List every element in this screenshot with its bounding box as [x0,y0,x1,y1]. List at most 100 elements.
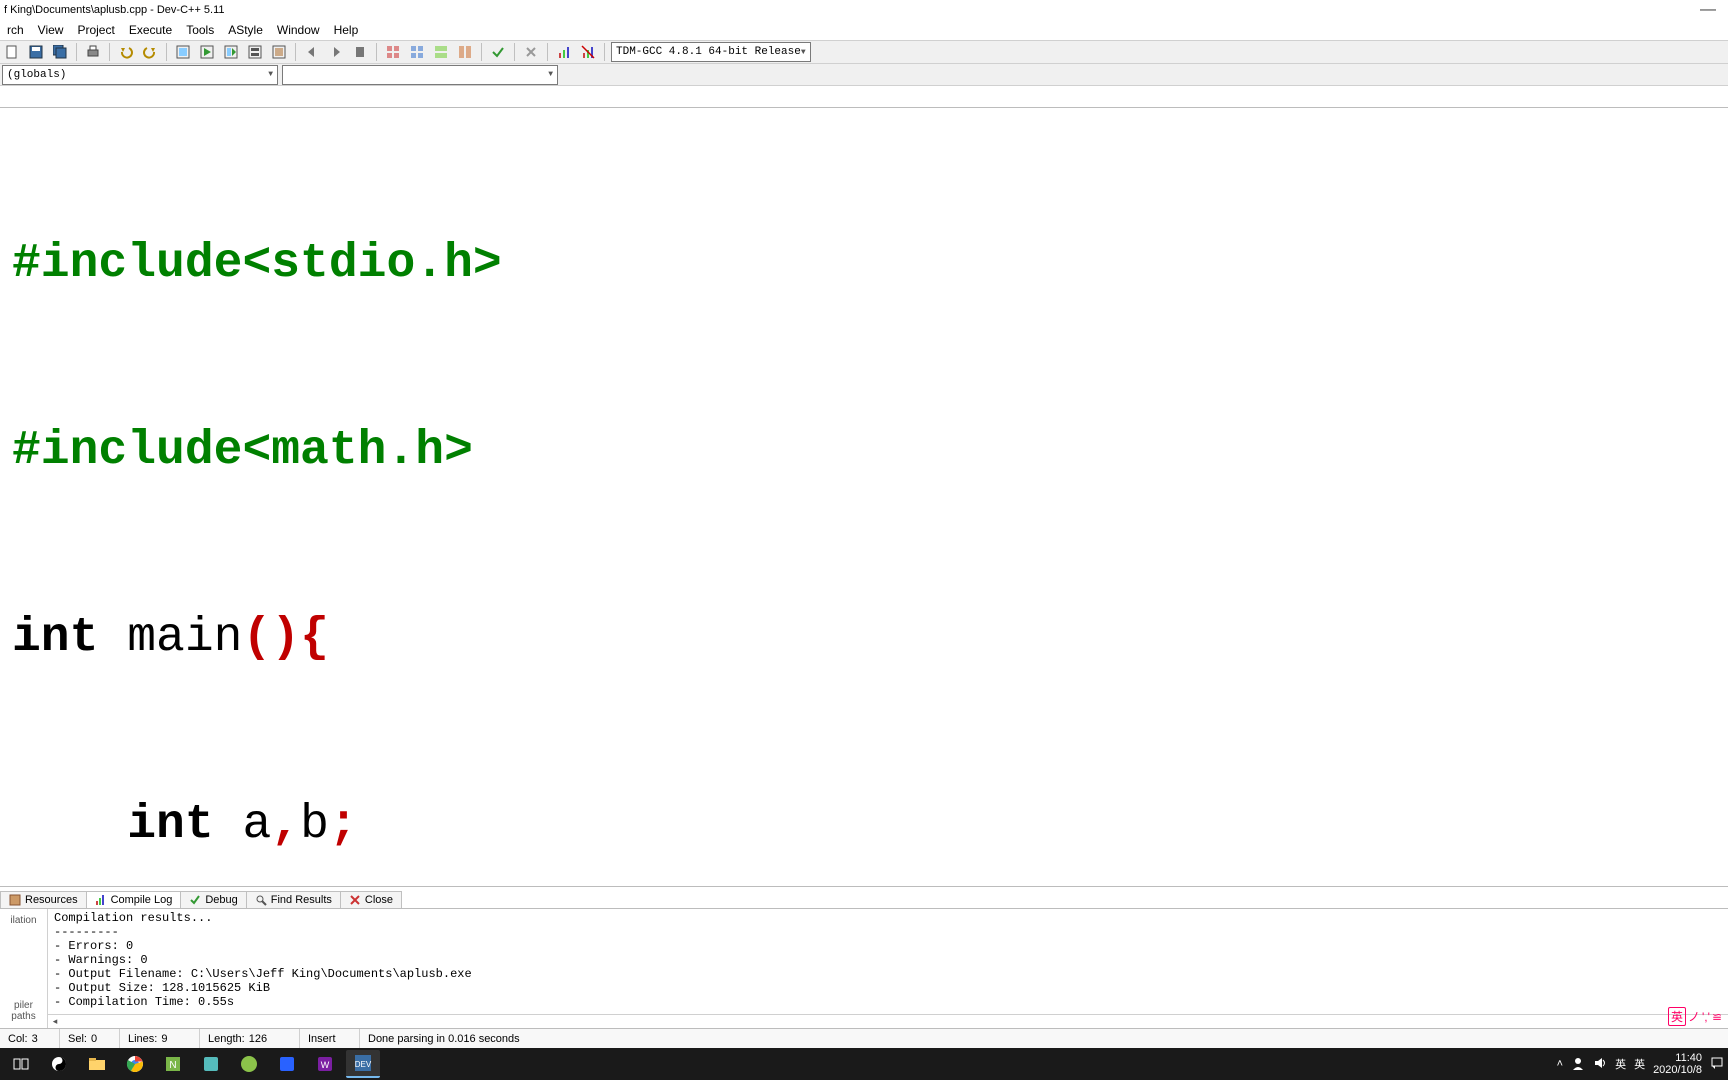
taskview-icon[interactable] [4,1050,38,1078]
code-token: <stdio.h> [242,237,501,291]
svg-text:N: N [169,1060,176,1071]
tray-ime-2[interactable]: 英 [1634,1056,1645,1072]
menu-astyle[interactable]: AStyle [221,21,270,39]
editor-tabstrip[interactable] [0,86,1728,108]
ime-badge: ノ [1688,1008,1700,1025]
compiler-select[interactable]: TDM-GCC 4.8.1 64-bit Release ▼ [611,42,811,62]
status-length-value: 126 [249,1033,267,1045]
check-icon[interactable] [488,42,508,62]
code-token: #include [12,237,242,291]
compiler-select-label: TDM-GCC 4.8.1 64-bit Release [616,46,801,58]
tab-find-results[interactable]: Find Results [246,891,341,908]
scope-select-label: (globals) [7,69,66,81]
code-token: (){ [242,611,328,665]
compile-run-icon[interactable] [221,42,241,62]
grid-3-icon[interactable] [431,42,451,62]
code-token: , [271,798,300,852]
app-icon-1[interactable] [42,1050,76,1078]
menu-help[interactable]: Help [327,21,366,39]
profile-icon[interactable] [554,42,574,62]
app-icon-7[interactable] [270,1050,304,1078]
status-lines: Lines: 9 [120,1029,200,1048]
cancel-icon[interactable] [521,42,541,62]
tab-compile-log[interactable]: Compile Log [86,891,182,908]
tray-volume-icon[interactable] [1593,1056,1607,1073]
tab-debug-label: Debug [205,894,237,906]
compile-icon[interactable] [173,42,193,62]
devcpp-taskbar-icon[interactable]: DEV [346,1050,380,1078]
menu-tools[interactable]: Tools [179,21,221,39]
log-side-compiler-paths[interactable]: piler paths [0,994,47,1028]
forward-icon[interactable] [326,42,346,62]
chevron-down-icon: ▼ [801,48,806,57]
compile-log-icon [95,894,107,906]
tray-notifications-icon[interactable] [1710,1056,1724,1073]
chrome-icon[interactable] [118,1050,152,1078]
status-lines-label: Lines: [128,1033,157,1045]
new-file-icon[interactable] [2,42,22,62]
tab-close[interactable]: Close [340,891,402,908]
save-icon[interactable] [26,42,46,62]
menu-bar: rch View Project Execute Tools AStyle Wi… [0,20,1728,40]
status-col: Col: 3 [0,1029,60,1048]
app-icon-6[interactable] [232,1050,266,1078]
svg-text:W: W [321,1060,330,1070]
tray-clock[interactable]: 11:40 2020/10/8 [1653,1052,1702,1076]
tray-people-icon[interactable] [1571,1056,1585,1073]
toolbar: TDM-GCC 4.8.1 64-bit Release ▼ [0,40,1728,64]
redo-icon[interactable] [140,42,160,62]
tab-resources[interactable]: Resources [0,891,87,908]
print-icon[interactable] [83,42,103,62]
menu-execute[interactable]: Execute [122,21,179,39]
scroll-left-icon[interactable]: ◂ [48,1016,62,1027]
save-all-icon[interactable] [50,42,70,62]
app-icon-5[interactable] [194,1050,228,1078]
code-editor[interactable]: #include<stdio.h> #include<math.h> int m… [0,108,1728,886]
undo-icon[interactable] [116,42,136,62]
window-minimize-button[interactable]: — [1692,1,1724,19]
code-token: int [12,611,98,665]
grid-2-icon[interactable] [407,42,427,62]
member-select[interactable]: ▼ [282,65,558,85]
tool-icon-5[interactable] [269,42,289,62]
output-tabs: Resources Compile Log Debug Find Results… [0,886,1728,908]
code-token: ; [329,798,358,852]
window-title: f King\Documents\aplusb.cpp - Dev-C++ 5.… [4,4,225,16]
svg-text:DEV: DEV [355,1060,372,1069]
status-mode-value: Insert [308,1033,336,1045]
notepad-icon[interactable]: N [156,1050,190,1078]
class-browser-bar: (globals) ▼ ▼ [0,64,1728,86]
tray-date: 2020/10/8 [1653,1064,1702,1076]
menu-window[interactable]: Window [270,21,327,39]
compile-log-text[interactable]: Compilation results... --------- - Error… [48,909,1728,1014]
grid-4-icon[interactable] [455,42,475,62]
log-hscrollbar[interactable]: ◂ [48,1014,1728,1028]
rebuild-icon[interactable] [245,42,265,62]
file-explorer-icon[interactable] [80,1050,114,1078]
app-icon-8[interactable]: W [308,1050,342,1078]
tab-find-results-label: Find Results [271,894,332,906]
status-bar: Col: 3 Sel: 0 Lines: 9 Length: 126 Inser… [0,1028,1728,1048]
menu-view[interactable]: View [31,21,71,39]
status-parse: Done parsing in 0.016 seconds [360,1029,1728,1048]
compile-log-pane: ilation piler paths Compilation results.… [0,908,1728,1028]
menu-search[interactable]: rch [0,21,31,39]
tray-ime-1[interactable]: 英 [1615,1056,1626,1072]
status-col-value: 3 [32,1033,38,1045]
code-token: <math.h> [242,424,472,478]
back-icon[interactable] [302,42,322,62]
menu-project[interactable]: Project [70,21,121,39]
tab-debug[interactable]: Debug [180,891,246,908]
tray-up-icon[interactable]: ˄ [1557,1058,1563,1070]
status-insert-mode: Insert [300,1029,360,1048]
ime-badge: ',' [1702,1010,1710,1024]
log-side-compilation[interactable]: ilation [0,909,47,932]
scope-select[interactable]: (globals) ▼ [2,65,278,85]
code-token: main [98,611,242,665]
run-icon[interactable] [197,42,217,62]
delete-profile-icon[interactable] [578,42,598,62]
ime-badge: ≌ [1712,1010,1722,1024]
bookmark-icon[interactable] [350,42,370,62]
status-length-label: Length: [208,1033,245,1045]
grid-1-icon[interactable] [383,42,403,62]
